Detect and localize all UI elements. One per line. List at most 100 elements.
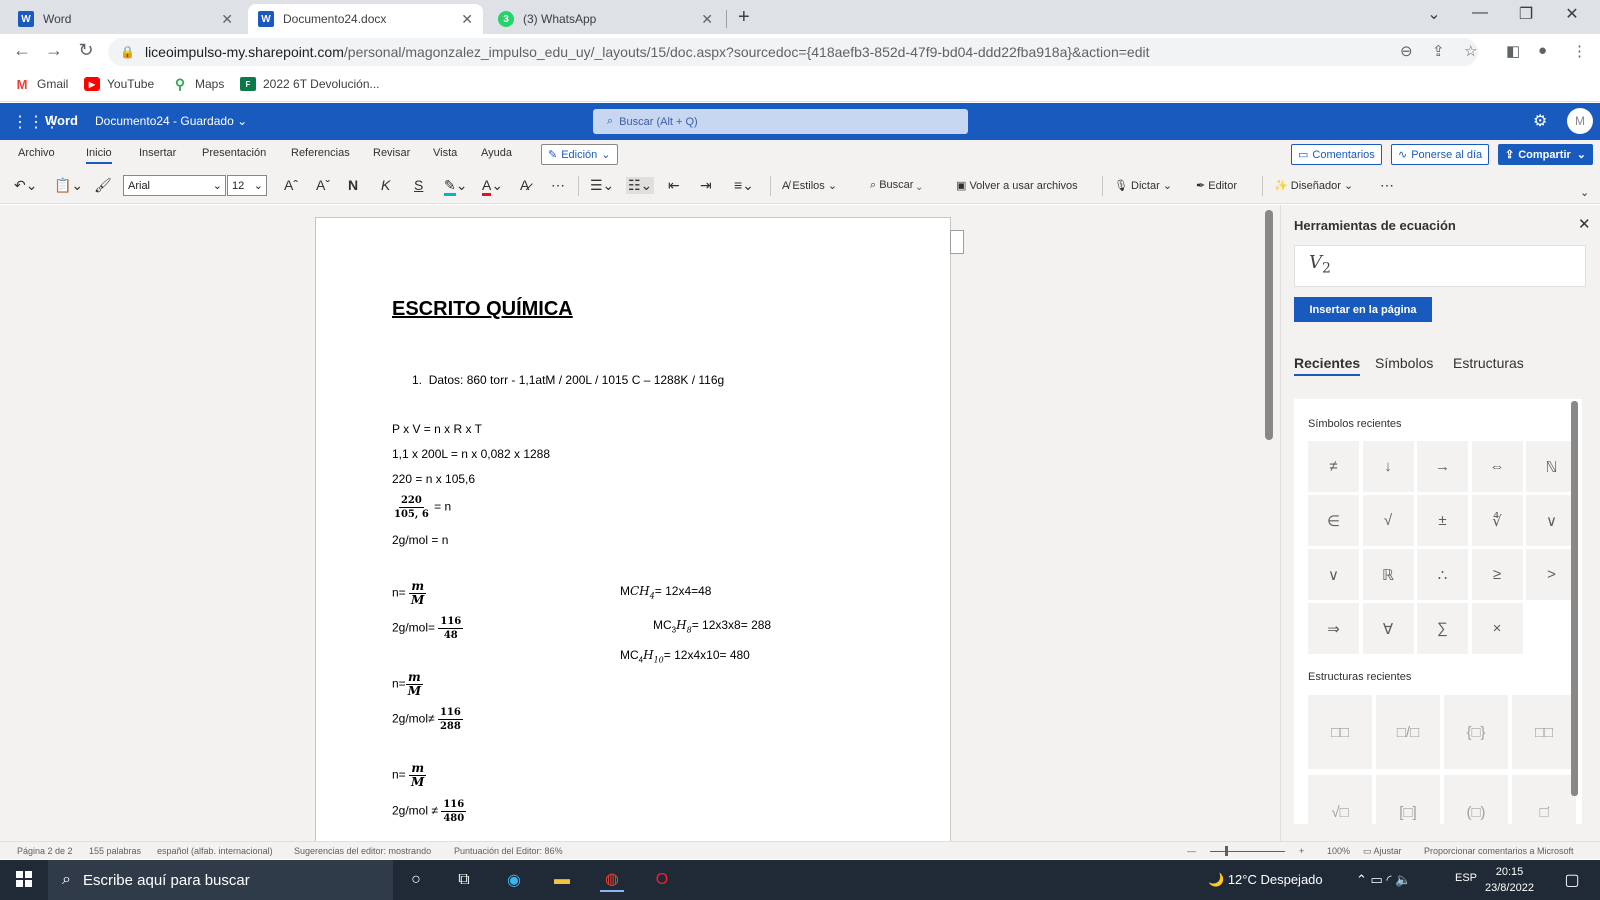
tab-inicio[interactable]: Inicio	[86, 147, 112, 164]
editor-suggestions-status[interactable]: Sugerencias del editor: mostrando	[294, 846, 431, 856]
insert-on-page-button[interactable]: Insertar en la página	[1294, 297, 1432, 322]
tab-recientes[interactable]: Recientes	[1294, 355, 1361, 376]
symbol-button[interactable]: ∀	[1362, 603, 1414, 654]
highlight-icon[interactable]: ✎⌄	[444, 177, 467, 196]
symbol-button[interactable]: >	[1526, 549, 1577, 600]
symbol-button[interactable]: ℕ	[1526, 441, 1577, 492]
system-clock[interactable]: 20:15 23/8/2022	[1485, 864, 1534, 896]
windows-start-icon[interactable]	[16, 871, 32, 887]
numbering-icon[interactable]: ☷⌄	[626, 177, 655, 194]
font-size-select[interactable]: 12 ⌄	[227, 175, 267, 196]
close-icon[interactable]: ✕	[1578, 215, 1591, 233]
format-painter-icon[interactable]: 🖌	[94, 177, 112, 194]
symbol-button[interactable]: ∈	[1308, 495, 1359, 546]
symbol-button[interactable]: ∑	[1417, 603, 1468, 654]
tab-presentacion[interactable]: Presentación	[202, 147, 266, 159]
catch-up-button[interactable]: ∿ Ponerse al día	[1391, 144, 1490, 165]
symbol-button[interactable]: ∨	[1526, 495, 1577, 546]
forward-arrow-icon[interactable]: →	[42, 40, 66, 61]
bookmark-youtube[interactable]: ▶ YouTube	[84, 77, 154, 91]
more-icon[interactable]: ⋯	[551, 177, 565, 194]
zoom-in-icon[interactable]: +	[1299, 846, 1304, 856]
settings-gear-icon[interactable]: ⚙	[1533, 111, 1547, 131]
symbol-button[interactable]: ≠	[1308, 441, 1359, 492]
zoom-slider-thumb[interactable]	[1225, 846, 1228, 856]
shrink-font-icon[interactable]: Aˇ	[316, 177, 330, 193]
symbol-button[interactable]: ≥	[1471, 549, 1523, 600]
tab-estructuras[interactable]: Estructuras	[1453, 355, 1524, 371]
tab-archivo[interactable]: Archivo	[18, 147, 55, 159]
collapse-ribbon-icon[interactable]: ⌄	[1580, 186, 1589, 199]
undo-icon[interactable]: ↶⌄	[14, 177, 37, 194]
cortana-icon[interactable]: ○	[404, 868, 428, 892]
menu-kebab-icon[interactable]: ⋮	[1572, 42, 1587, 60]
document-page[interactable]: ESCRITO QUÍMICA 1. Datos: 860 torr - 1,1…	[315, 217, 951, 841]
minimize-icon[interactable]: —	[1458, 4, 1502, 22]
tab-ayuda[interactable]: Ayuda	[481, 147, 512, 159]
document-scrollbar[interactable]	[1265, 210, 1273, 440]
notifications-icon[interactable]: ▢	[1560, 868, 1584, 892]
symbol-button[interactable]: ±	[1417, 495, 1468, 546]
italic-button[interactable]: K	[381, 177, 390, 193]
back-arrow-icon[interactable]: ←	[10, 40, 34, 61]
editor-button[interactable]: ✒ Editor	[1196, 179, 1237, 192]
structure-button[interactable]: □□	[1308, 695, 1372, 769]
bookmark-gmail[interactable]: M Gmail	[14, 77, 69, 92]
input-language[interactable]: ESP	[1455, 872, 1477, 884]
close-icon[interactable]: ✕	[221, 11, 233, 28]
zoom-icon[interactable]: ⊖	[1400, 42, 1413, 60]
restore-icon[interactable]: ❐	[1504, 4, 1548, 24]
close-icon[interactable]: ✕	[701, 11, 713, 28]
clear-formatting-icon[interactable]: A̷	[520, 177, 529, 193]
feedback-link[interactable]: Proporcionar comentarios a Microsoft	[1424, 846, 1574, 856]
structure-button[interactable]: □/□	[1376, 695, 1440, 769]
structure-button[interactable]: (□)	[1444, 775, 1508, 824]
bookmark-star-icon[interactable]: ☆	[1464, 42, 1477, 60]
underline-button[interactable]: S	[414, 177, 423, 193]
editing-mode-dropdown[interactable]: ✎ Edición ⌄	[541, 144, 618, 165]
zoom-level[interactable]: 100%	[1327, 846, 1350, 856]
symbol-button[interactable]: ↓	[1362, 441, 1414, 492]
grow-font-icon[interactable]: Aˆ	[284, 177, 298, 193]
symbol-button[interactable]: ×	[1471, 603, 1523, 654]
search-input[interactable]: ⌕ Buscar (Alt + Q)	[593, 109, 968, 134]
increase-indent-icon[interactable]: ⇥	[700, 177, 712, 194]
bookmark-maps[interactable]: ⚲ Maps	[172, 76, 224, 92]
side-panel-icon[interactable]: ◧	[1506, 42, 1520, 60]
chrome-icon[interactable]: ◍	[600, 868, 624, 892]
reuse-files-button[interactable]: ▣ Volver a usar archivos	[956, 179, 1078, 192]
file-explorer-icon[interactable]: ▬	[550, 868, 574, 892]
symbol-button[interactable]: ∴	[1417, 549, 1468, 600]
edge-icon[interactable]: ◉	[502, 868, 526, 892]
language-status[interactable]: español (alfab. internacional)	[157, 846, 273, 856]
font-name-select[interactable]: Arial ⌄	[123, 175, 226, 196]
zoom-slider[interactable]	[1210, 851, 1285, 852]
structure-button[interactable]: {□}	[1444, 695, 1508, 769]
tab-revisar[interactable]: Revisar	[373, 147, 410, 159]
find-button[interactable]: ⌕ Buscar ⌄	[870, 179, 922, 192]
clipboard-icon[interactable]: 📋⌄	[54, 177, 83, 194]
close-icon[interactable]: ✕	[461, 11, 473, 28]
share-button[interactable]: ⇪ Compartir ⌄	[1498, 144, 1593, 165]
avatar[interactable]: M	[1567, 108, 1593, 134]
structure-button[interactable]: □̇	[1512, 775, 1576, 824]
symbol-button[interactable]: ∨	[1308, 549, 1359, 600]
tab-insertar[interactable]: Insertar	[139, 147, 176, 159]
taskbar-search-input[interactable]: ⌕ Escribe aquí para buscar	[48, 860, 393, 900]
symbol-button[interactable]: ℝ	[1362, 549, 1414, 600]
browser-tab-documento24[interactable]: W Documento24.docx ✕	[248, 4, 483, 34]
tab-search-chevron-icon[interactable]: ⌄	[1412, 4, 1456, 24]
symbol-button[interactable]: √	[1362, 495, 1414, 546]
document-canvas[interactable]: ESCRITO QUÍMICA 1. Datos: 860 torr - 1,1…	[0, 205, 1280, 841]
equation-input[interactable]: V2	[1294, 245, 1586, 287]
browser-tab-whatsapp[interactable]: 3 (3) WhatsApp ✕	[488, 4, 723, 34]
align-icon[interactable]: ≡⌄	[734, 177, 754, 194]
reload-icon[interactable]: ↻	[74, 40, 98, 61]
bold-button[interactable]: N	[348, 177, 358, 193]
tab-simbolos[interactable]: Símbolos	[1375, 355, 1433, 371]
weather-widget[interactable]: 🌙 12°C Despejado	[1208, 872, 1323, 888]
symbol-button[interactable]: ∜	[1471, 495, 1523, 546]
more-options-icon[interactable]: ⋯	[1380, 177, 1394, 194]
designer-button[interactable]: ✨ Diseñador ⌄	[1274, 179, 1353, 192]
page-count[interactable]: Página 2 de 2	[17, 846, 73, 856]
